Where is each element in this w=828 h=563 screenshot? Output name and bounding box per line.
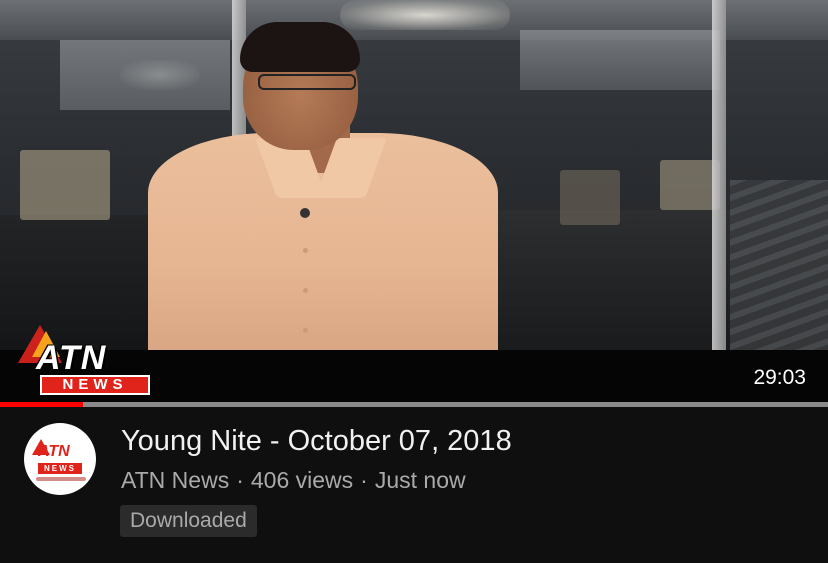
logo-brand-text: ATN <box>36 339 107 377</box>
presenter-hair <box>240 22 360 72</box>
shirt-button <box>303 328 308 333</box>
atn-news-logo: ATN NEWS <box>18 325 150 397</box>
channel-name[interactable]: ATN News <box>121 467 229 493</box>
video-title[interactable]: Young Nite - October 07, 2018 <box>121 425 512 458</box>
avatar-subtext <box>36 477 86 481</box>
meta-separator: · <box>236 467 244 493</box>
meta-separator: · <box>360 467 368 493</box>
studio-glass <box>730 180 828 350</box>
upload-age: Just now <box>374 467 466 493</box>
presenter <box>148 18 498 353</box>
logo-news-text: NEWS <box>40 375 150 395</box>
view-count: 406 views <box>250 467 354 493</box>
video-duration: 29:03 <box>753 366 806 389</box>
presenter-glasses <box>258 74 356 90</box>
video-thumbnail[interactable]: ATN NEWS 29:03 <box>0 0 828 402</box>
downloaded-badge: Downloaded <box>120 505 257 537</box>
video-meta: ATN News · 406 views · Just now <box>121 467 466 494</box>
shirt-button <box>303 288 308 293</box>
lapel-mic-icon <box>300 208 310 218</box>
channel-avatar[interactable]: ATN NEWS <box>24 423 96 495</box>
studio-monitor <box>560 170 620 225</box>
studio-monitor <box>20 150 110 220</box>
shirt-button <box>303 248 308 253</box>
avatar-news-text: NEWS <box>38 463 82 474</box>
avatar-brand-text: ATN <box>38 443 70 460</box>
video-info[interactable]: ATN NEWS Young Nite - October 07, 2018 A… <box>0 407 828 563</box>
studio-monitor <box>660 160 720 210</box>
studio-window <box>520 30 720 90</box>
studio-pillar <box>712 0 726 350</box>
